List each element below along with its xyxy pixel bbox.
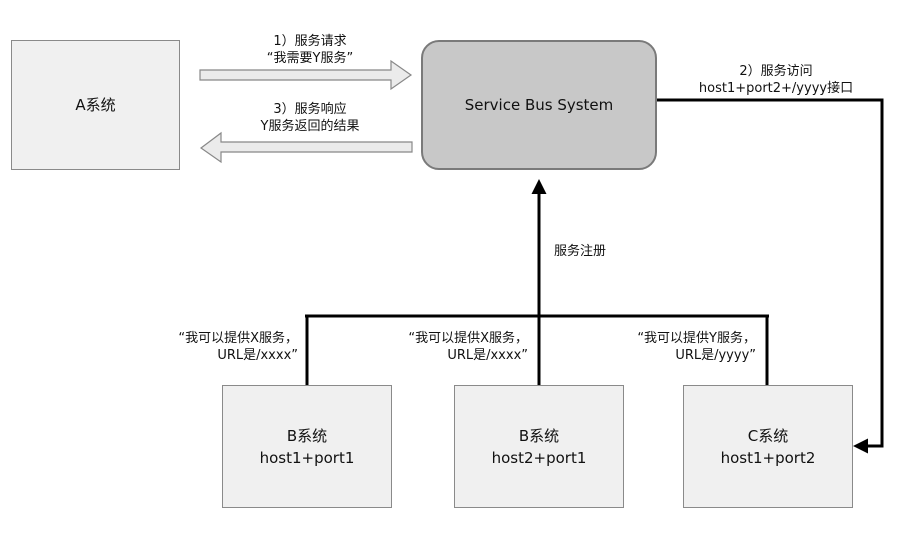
service-b2-address: host2+port1	[491, 448, 587, 467]
system-a-box: A系统	[11, 40, 180, 170]
service-c-address: host1+port2	[720, 448, 816, 467]
response-arrow	[199, 131, 413, 164]
request-label-line1: 1）服务请求	[273, 34, 347, 49]
service-bus-label: Service Bus System	[464, 96, 614, 114]
response-label-line2: Y服务返回的结果	[260, 119, 360, 134]
service-bus-box: Service Bus System	[421, 40, 657, 170]
caption-b2: “我可以提供X服务， URL是/xxxx”	[408, 331, 528, 363]
register-label: 服务注册	[554, 244, 607, 259]
system-a-label: A系统	[75, 96, 116, 114]
service-c-box: C系统 host1+port2	[683, 385, 853, 508]
access-label: 2）服务访问 host1+port2+/yyyy接口	[676, 63, 876, 97]
service-b1-address: host1+port1	[259, 448, 355, 467]
response-label-line1: 3）服务响应	[273, 102, 347, 117]
caption-c: “我可以提供Y服务， URL是/yyyy”	[637, 331, 756, 363]
request-label-line2: “我需要Y服务”	[266, 51, 354, 66]
access-label-line1: 2）服务访问	[739, 64, 813, 79]
request-label: 1）服务请求 “我需要Y服务”	[240, 33, 380, 67]
caption-b1: “我可以提供X服务， URL是/xxxx”	[178, 331, 298, 363]
access-label-line2: host1+port2+/yyyy接口	[698, 81, 854, 96]
service-b2-box: B系统 host2+port1	[454, 385, 624, 508]
response-label: 3）服务响应 Y服务返回的结果	[230, 101, 390, 135]
service-b1-title: B系统	[286, 426, 328, 445]
service-b1-box: B系统 host1+port1	[222, 385, 392, 508]
service-c-title: C系统	[747, 426, 789, 445]
service-b2-title: B系统	[518, 426, 560, 445]
